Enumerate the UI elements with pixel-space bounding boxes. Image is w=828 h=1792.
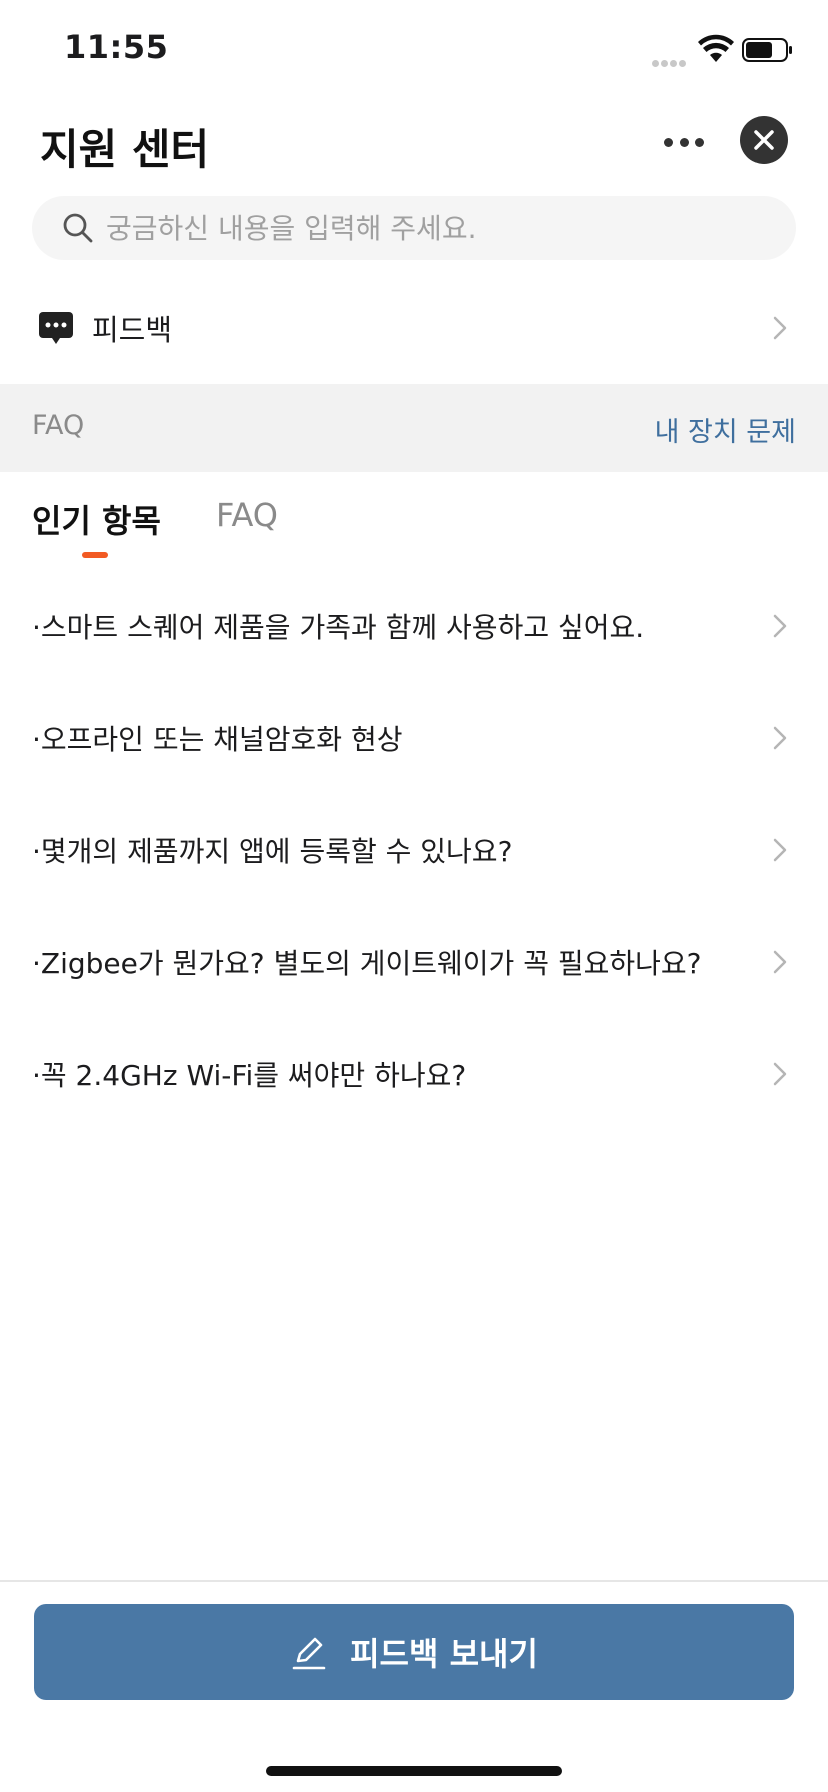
edit-icon: [292, 1637, 326, 1670]
faq-item-text: ·몇개의 제품까지 앱에 등록할 수 있나요?: [32, 835, 513, 868]
tab-popular[interactable]: 인기 항목: [32, 496, 161, 542]
chevron-right-icon: [773, 950, 787, 974]
chat-bubble-icon: [39, 312, 73, 344]
search-icon: [63, 213, 93, 243]
faq-list-item[interactable]: ·오프라인 또는 채널암호화 현상: [0, 682, 828, 794]
faq-list: ·스마트 스퀘어 제품을 가족과 함께 사용하고 싶어요. ·오프라인 또는 채…: [0, 570, 828, 1130]
feedback-row[interactable]: 피드백: [0, 280, 828, 376]
home-indicator: [266, 1766, 562, 1776]
search-bar[interactable]: [32, 196, 796, 260]
chevron-right-icon: [773, 316, 787, 340]
faq-item-text: ·스마트 스퀘어 제품을 가족과 함께 사용하고 싶어요.: [32, 611, 645, 644]
send-feedback-button[interactable]: 피드백 보내기: [34, 1604, 794, 1700]
my-device-issues-link[interactable]: 내 장치 문제: [655, 410, 796, 449]
bottom-divider: [0, 1580, 828, 1582]
chevron-right-icon: [773, 726, 787, 750]
faq-section-header: FAQ 내 장치 문제: [0, 384, 828, 472]
send-feedback-label: 피드백 보내기: [350, 1635, 538, 1673]
page-title: 지원 센터: [40, 125, 210, 174]
search-input[interactable]: [106, 211, 746, 245]
tab-indicator: [82, 552, 108, 558]
status-time: 11:55: [64, 28, 169, 66]
faq-item-text: ·Zigbee가 뭔가요? 별도의 게이트웨이가 꼭 필요하나요?: [32, 947, 702, 980]
tab-faq[interactable]: FAQ: [216, 496, 278, 534]
faq-list-item[interactable]: ·스마트 스퀘어 제품을 가족과 함께 사용하고 싶어요.: [0, 570, 828, 682]
header: 지원 센터: [0, 100, 828, 200]
chevron-right-icon: [773, 614, 787, 638]
support-center-page: 11:55 지원 센터 궁금하신 내용을 입력해 주세요. 피드백 FAQ 내 …: [0, 0, 828, 1792]
feedback-label: 피드백: [92, 313, 173, 347]
faq-list-item[interactable]: ·몇개의 제품까지 앱에 등록할 수 있나요?: [0, 794, 828, 906]
chevron-right-icon: [773, 838, 787, 862]
faq-section-title: FAQ: [32, 410, 85, 441]
more-icon[interactable]: [664, 130, 704, 154]
battery-icon: [742, 38, 792, 62]
faq-list-item[interactable]: ·Zigbee가 뭔가요? 별도의 게이트웨이가 꼭 필요하나요?: [0, 906, 828, 1018]
chevron-right-icon: [773, 1062, 787, 1086]
faq-item-text: ·꼭 2.4GHz Wi-Fi를 써야만 하나요?: [32, 1059, 467, 1092]
close-button[interactable]: [740, 116, 788, 164]
close-icon: [754, 130, 774, 150]
faq-list-item[interactable]: ·꼭 2.4GHz Wi-Fi를 써야만 하나요?: [0, 1018, 828, 1130]
status-bar: 11:55: [0, 0, 828, 100]
wifi-icon: [698, 34, 734, 62]
signal-icon: [652, 52, 692, 67]
faq-item-text: ·오프라인 또는 채널암호화 현상: [32, 723, 403, 756]
tab-bar: 인기 항목 FAQ: [0, 480, 828, 560]
